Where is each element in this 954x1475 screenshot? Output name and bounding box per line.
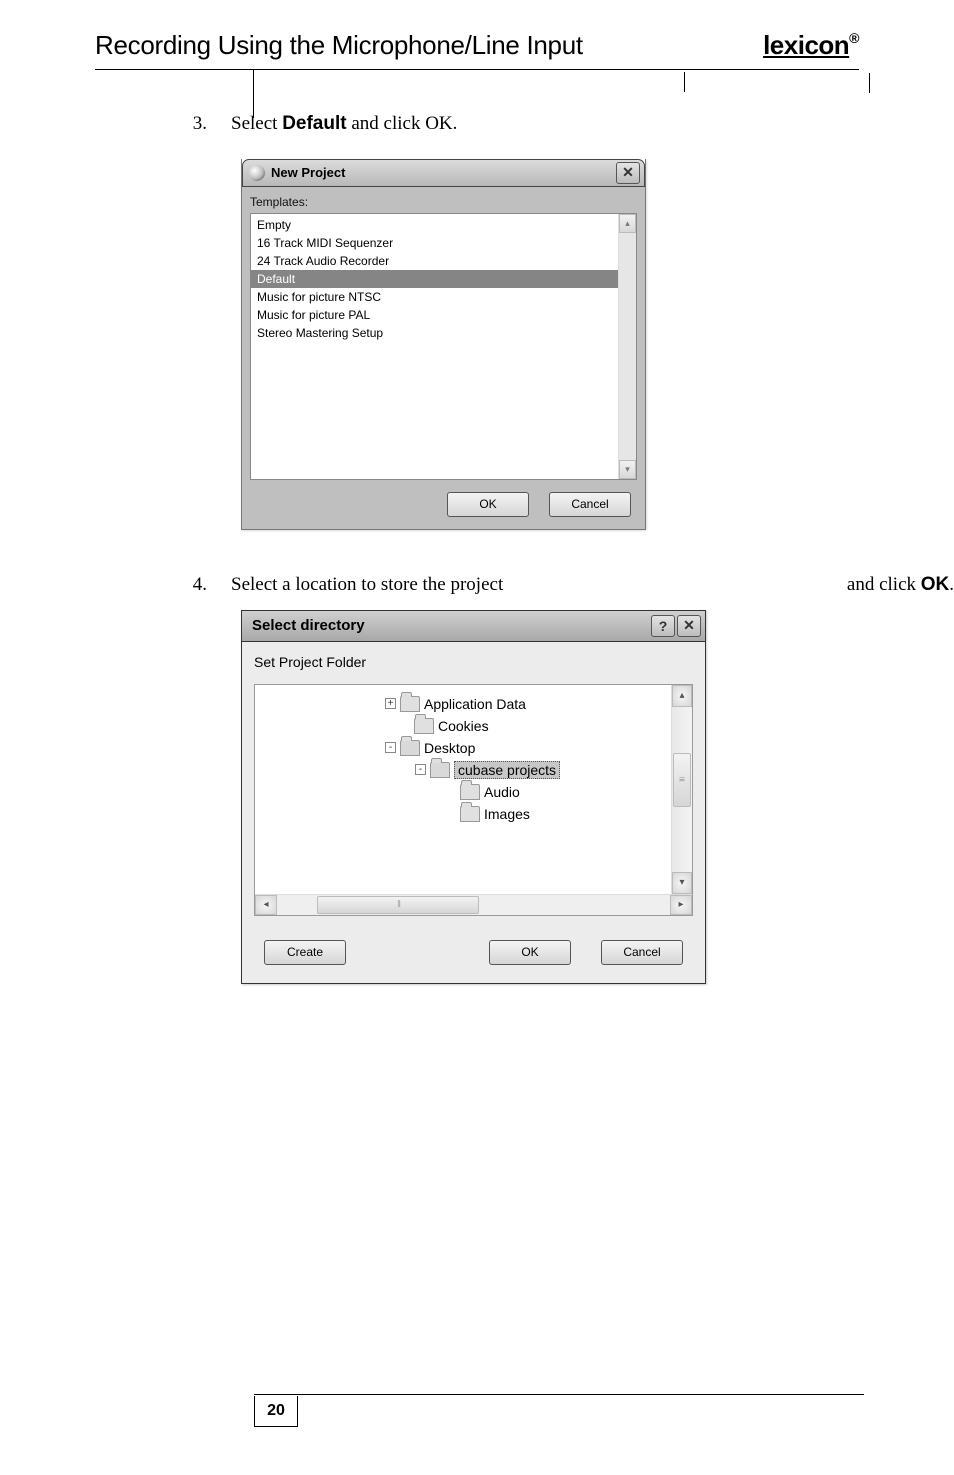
scroll-down-icon[interactable]: ▾ xyxy=(619,460,636,479)
list-item[interactable]: Music for picture NTSC xyxy=(255,288,618,306)
dialog-title: New Project xyxy=(271,165,616,180)
scrollbar-thumb[interactable] xyxy=(673,753,691,807)
list-item[interactable]: Music for picture PAL xyxy=(255,306,618,324)
step-text: Select Default and click OK. xyxy=(231,112,457,137)
step-3: 3. Select Default and click OK. xyxy=(185,112,954,137)
collapse-icon[interactable]: - xyxy=(385,742,396,753)
step-text: Select a location to store the project xyxy=(231,574,503,596)
scroll-up-icon[interactable]: ▴ xyxy=(672,685,692,707)
new-project-dialog: New Project ✕ Templates: Empty16 Track M… xyxy=(241,159,646,530)
folder-icon xyxy=(414,718,434,734)
templates-listbox[interactable]: Empty16 Track MIDI Sequenzer24 Track Aud… xyxy=(250,213,637,480)
scroll-down-icon[interactable]: ▾ xyxy=(672,872,692,894)
scrollbar-horizontal[interactable]: ◂ ▸ xyxy=(255,894,692,915)
expand-icon[interactable]: + xyxy=(385,698,396,709)
tree-item-label: Desktop xyxy=(424,740,475,756)
help-icon[interactable]: ? xyxy=(651,615,675,637)
app-icon xyxy=(249,165,265,181)
tree-item[interactable]: Audio xyxy=(255,781,671,803)
footer-rule xyxy=(254,1394,864,1395)
tree-item-label: Cookies xyxy=(438,718,489,734)
page-number: 20 xyxy=(254,1396,298,1427)
close-icon[interactable]: ✕ xyxy=(677,615,701,637)
tree-item-label: Audio xyxy=(484,784,520,800)
vertical-rule xyxy=(253,70,254,118)
close-icon[interactable]: ✕ xyxy=(616,162,640,184)
folder-icon xyxy=(400,740,420,756)
tree-item[interactable]: Images xyxy=(255,803,671,825)
folder-icon xyxy=(400,696,420,712)
cancel-button[interactable]: Cancel xyxy=(601,940,683,965)
scrollbar-vertical[interactable]: ▴ ▾ xyxy=(671,685,692,894)
ok-button[interactable]: OK xyxy=(489,940,571,965)
tree-item[interactable]: Cookies xyxy=(255,715,671,737)
list-item[interactable]: Empty xyxy=(255,216,618,234)
scroll-left-icon[interactable]: ◂ xyxy=(255,895,277,915)
cancel-button[interactable]: Cancel xyxy=(549,492,631,517)
vertical-rule-right xyxy=(869,73,870,93)
vertical-rule-left-of-brand xyxy=(684,72,685,92)
list-item[interactable]: 16 Track MIDI Sequenzer xyxy=(255,234,618,252)
brand-logo: lexicon® xyxy=(763,30,859,61)
scroll-right-icon[interactable]: ▸ xyxy=(670,895,692,915)
create-button[interactable]: Create xyxy=(264,940,346,965)
titlebar: Select directory ? ✕ xyxy=(242,611,705,642)
dialog-title: Select directory xyxy=(252,617,651,634)
set-project-folder-label: Set Project Folder xyxy=(254,654,693,670)
folder-icon xyxy=(430,762,450,778)
folder-icon xyxy=(460,784,480,800)
tree-item-label: Images xyxy=(484,806,530,822)
step-number: 3. xyxy=(185,112,207,137)
scrollbar-vertical[interactable]: ▴ ▾ xyxy=(618,214,636,479)
step-4: 4. Select a location to store the projec… xyxy=(185,574,954,596)
scrollbar-thumb[interactable] xyxy=(317,896,479,914)
titlebar: New Project ✕ xyxy=(242,159,645,187)
tree-item-label: Application Data xyxy=(424,696,526,712)
list-item[interactable]: 24 Track Audio Recorder xyxy=(255,252,618,270)
tree-item[interactable]: - cubase projects xyxy=(255,759,671,781)
list-item[interactable]: Stereo Mastering Setup xyxy=(255,324,618,342)
collapse-icon[interactable]: - xyxy=(415,764,426,775)
section-title: Recording Using the Microphone/Line Inpu… xyxy=(95,30,583,61)
folder-tree[interactable]: + Application Data Cookies - Desktop - cubase … xyxy=(254,684,693,916)
templates-label: Templates: xyxy=(250,195,637,209)
tree-item-label: cubase projects xyxy=(454,761,560,779)
step-text-right: and click OK. xyxy=(847,574,954,596)
scroll-up-icon[interactable]: ▴ xyxy=(619,214,636,233)
select-directory-dialog: Select directory ? ✕ Set Project Folder … xyxy=(241,610,706,984)
list-item[interactable]: Default xyxy=(251,270,618,288)
ok-button[interactable]: OK xyxy=(447,492,529,517)
step-number: 4. xyxy=(185,574,207,596)
tree-item[interactable]: - Desktop xyxy=(255,737,671,759)
folder-icon xyxy=(460,806,480,822)
tree-item[interactable]: + Application Data xyxy=(255,693,671,715)
